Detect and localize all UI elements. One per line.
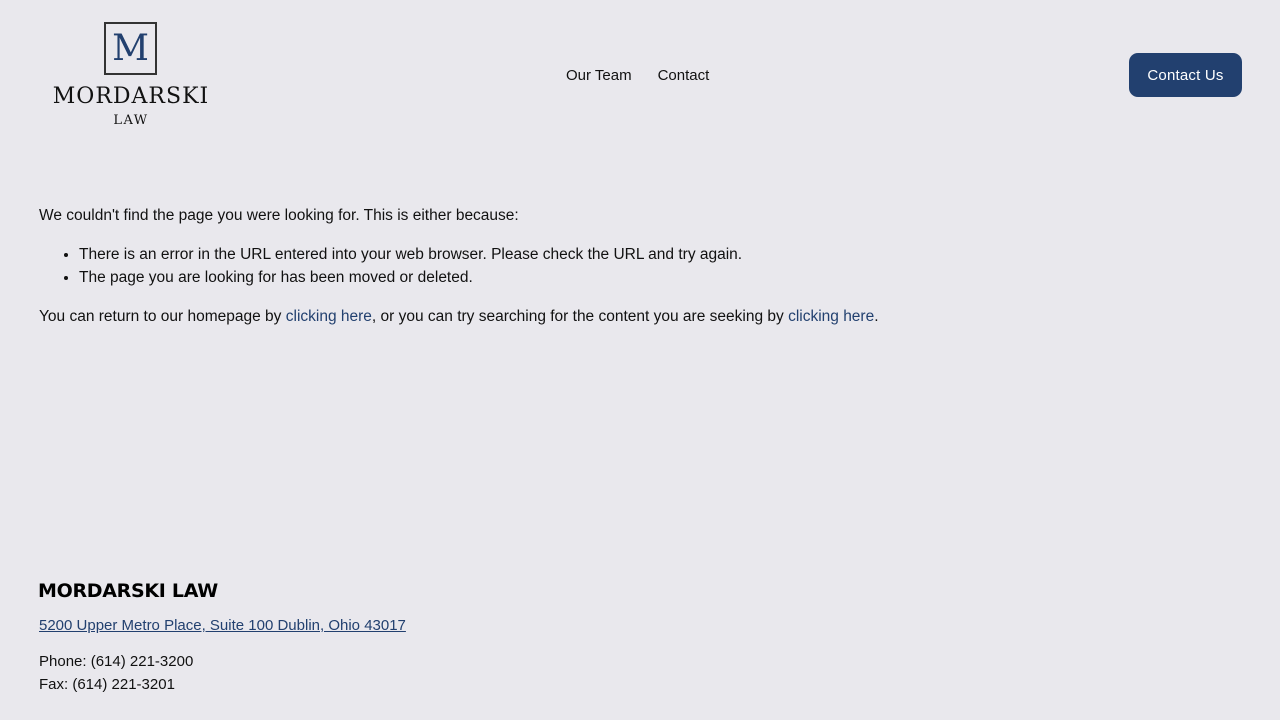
- footer-fax: Fax: (614) 221-3201: [39, 676, 175, 693]
- return-text: .: [874, 308, 879, 325]
- error-reason-item: The page you are looking for has been mo…: [79, 266, 1139, 289]
- error-intro: We couldn't find the page you were looki…: [39, 207, 519, 224]
- logo-monogram: M: [112, 28, 149, 69]
- error-message: We couldn't find the page you were looki…: [39, 204, 1139, 328]
- footer-title: MORDARSKI LAW: [38, 580, 218, 602]
- error-reason-item: There is an error in the URL entered int…: [79, 243, 1139, 266]
- footer-address-link[interactable]: 5200 Upper Metro Place, Suite 100 Dublin…: [39, 616, 406, 636]
- return-instructions: You can return to our homepage by clicki…: [39, 305, 1139, 328]
- return-text: You can return to our homepage by: [39, 308, 286, 325]
- search-link[interactable]: clicking here: [788, 308, 874, 325]
- main-nav: Our Team Contact: [566, 66, 709, 86]
- error-reasons-list: There is an error in the URL entered int…: [39, 243, 1139, 289]
- logo-monogram-box: M: [104, 22, 157, 75]
- footer-phone: Phone: (614) 221-3200: [39, 653, 194, 670]
- contact-us-button[interactable]: Contact Us: [1129, 53, 1242, 97]
- nav-link-contact[interactable]: Contact: [658, 66, 710, 86]
- site-footer: MORDARSKI LAW 5200 Upper Metro Place, Su…: [38, 578, 838, 696]
- site-logo[interactable]: M MORDARSKI LAW: [40, 21, 222, 131]
- nav-link-our-team[interactable]: Our Team: [566, 66, 632, 86]
- logo-subtitle: LAW: [113, 113, 149, 128]
- logo-name: MORDARSKI: [52, 84, 210, 109]
- site-header: M MORDARSKI LAW Our Team Contact Contact…: [0, 0, 1280, 150]
- homepage-link[interactable]: clicking here: [286, 308, 372, 325]
- return-text: , or you can try searching for the conte…: [371, 308, 789, 325]
